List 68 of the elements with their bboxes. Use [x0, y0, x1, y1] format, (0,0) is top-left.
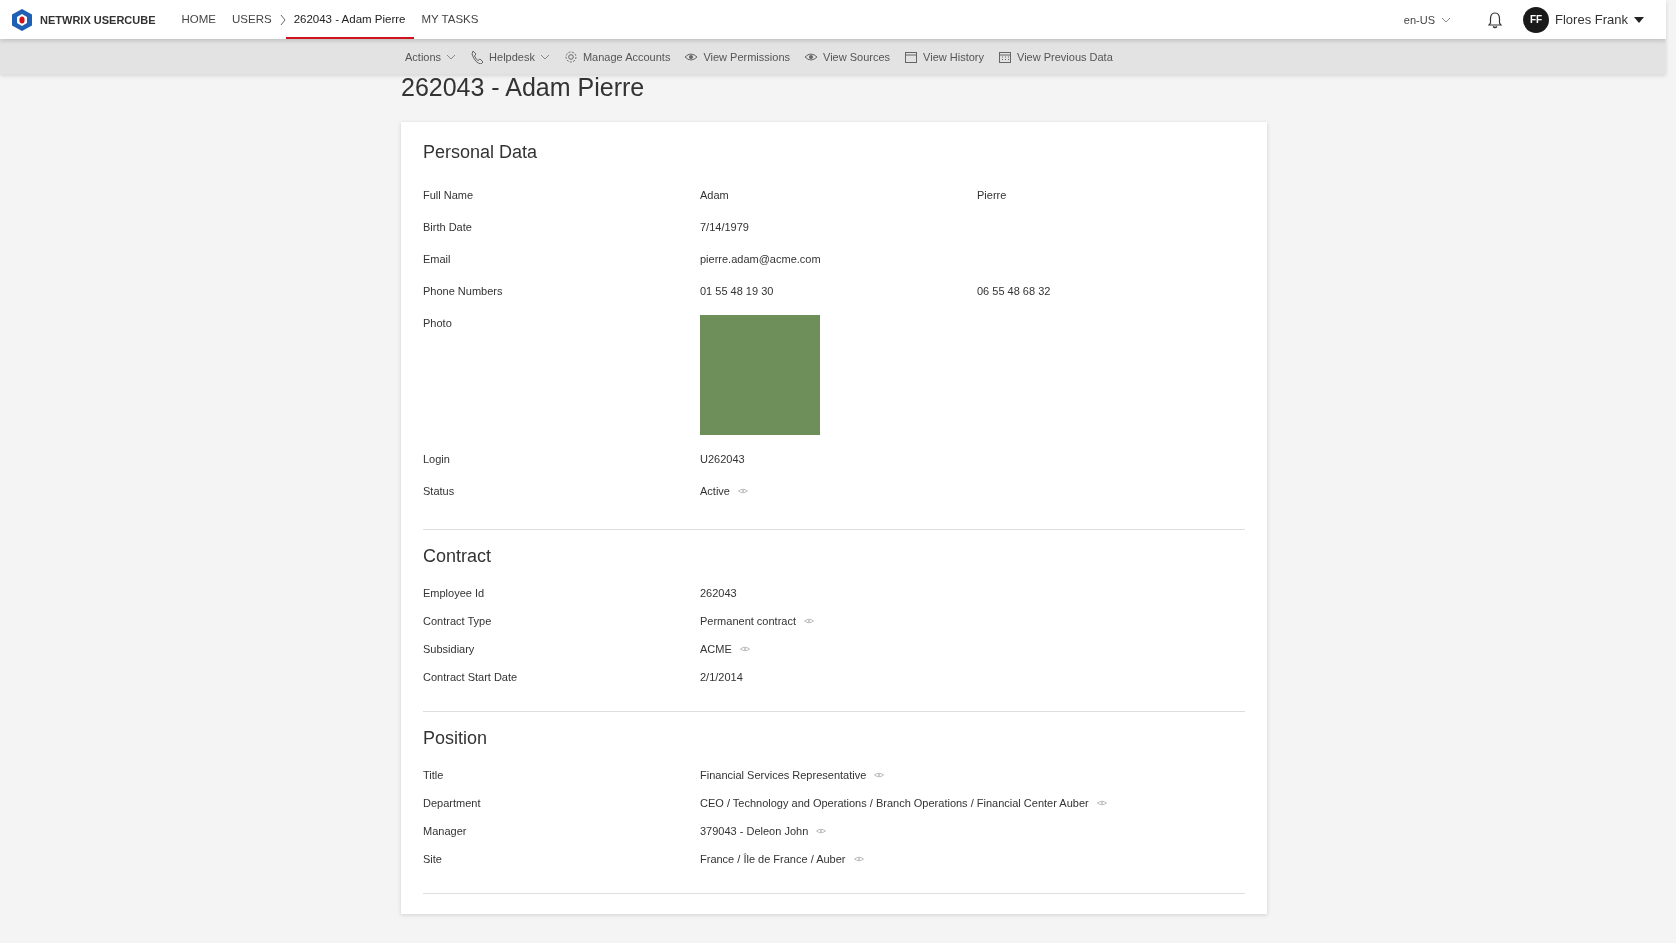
user-name: Flores Frank: [1555, 12, 1628, 27]
field-label: Birth Date: [423, 220, 473, 235]
notification-bell-icon[interactable]: [1487, 10, 1504, 29]
field-value: 7/14/1979: [700, 220, 749, 235]
section-heading: Position: [423, 728, 489, 749]
nav-link[interactable]: USERS: [224, 0, 280, 39]
eye-icon[interactable]: [1096, 800, 1107, 806]
field-value: Permanent contract: [700, 614, 796, 629]
field-value: 2/1/2014: [700, 670, 743, 685]
field-label: Phone Numbers: [423, 284, 504, 299]
field-value: Pierre: [977, 188, 1007, 203]
chevron-right-icon: [279, 13, 286, 26]
field-value: pierre.adam@acme.com: [700, 252, 821, 267]
field-value: 262043: [700, 586, 737, 601]
field-value: Active: [700, 484, 730, 499]
section-heading: Contract: [423, 546, 493, 567]
field-label: Title: [423, 768, 445, 783]
field-value: 379043 - Deleon John: [700, 824, 809, 839]
hexagon-logo-icon: [10, 7, 34, 32]
calendar-icon: [904, 49, 919, 64]
field-label: Email: [423, 252, 452, 267]
eye-icon[interactable]: [737, 488, 748, 494]
field-label: Department: [423, 796, 482, 811]
eye-icon[interactable]: [804, 618, 814, 624]
brand-name: NETWRIX USERCUBE: [40, 13, 156, 26]
field-value: CEO / Technology and Operations / Branch Operations / Financial Center Auber: [700, 796, 1089, 811]
toolbar-button[interactable]: View Sources: [802, 49, 893, 64]
page-title: 262043 - Adam Pierre: [401, 74, 646, 103]
language-selector[interactable]: en-US: [1397, 12, 1458, 27]
eye-icon[interactable]: [874, 772, 885, 778]
user-avatar: FF: [1523, 6, 1550, 33]
calendar-icon: [998, 49, 1012, 64]
phone-icon: [470, 49, 485, 64]
toolbar-button[interactable]: Helpdesk: [468, 49, 552, 64]
eye-icon[interactable]: [853, 856, 864, 862]
field-value: 06 55 48 68 32: [977, 284, 1051, 299]
eye-icon[interactable]: [739, 646, 750, 652]
field-label: Login: [423, 452, 451, 467]
field-label: Employee Id: [423, 586, 486, 601]
chevron-down-icon: [1441, 16, 1452, 23]
field-label: Status: [423, 484, 456, 499]
field-value: Adam: [700, 188, 729, 203]
field-label: Subsidiary: [423, 642, 476, 657]
field-label: Photo: [423, 316, 453, 331]
field-value: ACME: [700, 642, 732, 657]
chevron-down-icon: [446, 53, 457, 60]
caret-down-icon: [1634, 16, 1644, 23]
field-label: Site: [423, 852, 443, 867]
field-label: Contract Type: [423, 614, 493, 629]
nav-link[interactable]: HOME: [173, 0, 224, 39]
section-heading: Personal Data: [423, 142, 539, 163]
toolbar-button[interactable]: View Previous Data: [996, 49, 1115, 64]
eye-icon[interactable]: [816, 828, 827, 834]
gear-icon: [563, 49, 578, 64]
field-value: 01 55 48 19 30: [700, 284, 774, 299]
field-value: France / Île de France / Auber: [700, 852, 846, 867]
user-menu[interactable]: FF Flores Frank: [1517, 5, 1650, 34]
field-label: Contract Start Date: [423, 670, 519, 685]
toolbar-button[interactable]: View Permissions: [682, 49, 792, 64]
field-value: Financial Services Representative: [700, 768, 867, 783]
toolbar-button[interactable]: View History: [902, 49, 986, 64]
field-label: Full Name: [423, 188, 475, 203]
toolbar-button[interactable]: Manage Accounts: [561, 49, 673, 64]
toolbar-button[interactable]: Actions: [403, 50, 459, 63]
field-value: U262043: [700, 452, 745, 467]
nav-link[interactable]: MY TASKS: [413, 0, 487, 39]
field-label: Manager: [423, 824, 468, 839]
chevron-down-icon: [539, 53, 550, 60]
